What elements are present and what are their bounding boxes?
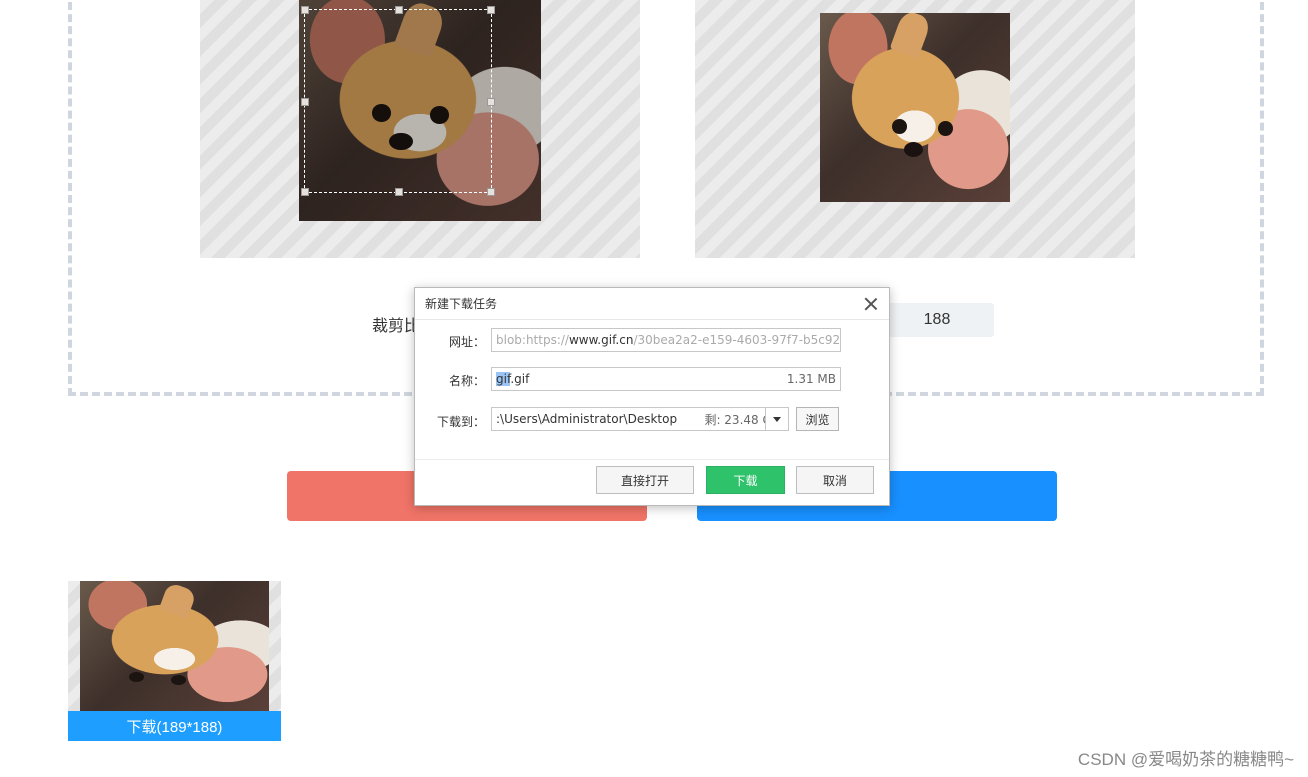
cancel-button[interactable]: 取消 [796, 466, 874, 494]
preview-canvas [695, 0, 1135, 258]
resize-handle-e[interactable] [487, 98, 495, 106]
name-label: 名称： [448, 374, 485, 388]
dialog-divider [415, 459, 889, 460]
crop-selection-box[interactable] [301, 6, 495, 196]
open-directly-button[interactable]: 直接打开 [596, 466, 694, 494]
resize-handle-nw[interactable] [301, 6, 309, 14]
url-rest: /30bea2a2-e159-4603-97f7-b5c92e [633, 333, 841, 347]
resize-handle-w[interactable] [301, 98, 309, 106]
filename-ext: .gif [510, 372, 530, 386]
save-path-label: 下载到： [436, 415, 485, 429]
download-button[interactable]: 下载 [706, 466, 785, 494]
dialog-title: 新建下载任务 [425, 297, 498, 311]
dog-eye [937, 120, 953, 136]
dog-nose [903, 141, 923, 157]
crop-ratio-label: 裁剪比 [372, 318, 421, 335]
result-image [80, 581, 269, 711]
save-path-field[interactable]: :\Users\Administrator\Desktop 剩: 23.48 G… [491, 407, 789, 431]
save-path-value: :\Users\Administrator\Desktop [496, 412, 678, 426]
result-download-button[interactable]: 下载(189*188) [68, 711, 281, 741]
dialog-titlebar[interactable]: 新建下载任务 [415, 288, 889, 320]
resize-handle-s[interactable] [395, 188, 403, 196]
dog-eye [892, 118, 908, 134]
crop-source-image [299, 0, 541, 221]
browse-button[interactable]: 浏览 [796, 407, 839, 431]
url-prefix: blob:https:// [496, 333, 569, 347]
resize-handle-se[interactable] [487, 188, 495, 196]
height-input[interactable]: 188 [880, 303, 994, 337]
result-card: 下载(189*188) [68, 581, 281, 741]
url-label: 网址： [448, 335, 485, 349]
filename-field[interactable]: gif.gif 1.31 MB [491, 367, 841, 391]
crop-canvas[interactable] [200, 0, 640, 258]
new-download-dialog: 新建下载任务 网址： blob:https://www.gif.cn/30bea… [414, 287, 890, 506]
resize-handle-ne[interactable] [487, 6, 495, 14]
csdn-watermark: CSDN @爱喝奶茶的糖糖鸭~ [1077, 750, 1294, 769]
path-dropdown-button[interactable] [765, 407, 789, 431]
resize-handle-sw[interactable] [301, 188, 309, 196]
file-size: 1.31 MB [786, 372, 836, 386]
preview-image [820, 13, 1010, 202]
chevron-down-icon [773, 416, 781, 422]
url-host: www.gif.cn [568, 333, 634, 347]
url-field[interactable]: blob:https://www.gif.cn/30bea2a2-e159-46… [491, 328, 841, 352]
dog-ear [889, 13, 933, 59]
filename-selected: gif [496, 372, 511, 386]
resize-handle-n[interactable] [395, 6, 403, 14]
dog-eye [170, 674, 186, 685]
dog-ear [159, 581, 198, 620]
dog-eye [129, 672, 145, 683]
close-icon[interactable] [863, 296, 879, 312]
